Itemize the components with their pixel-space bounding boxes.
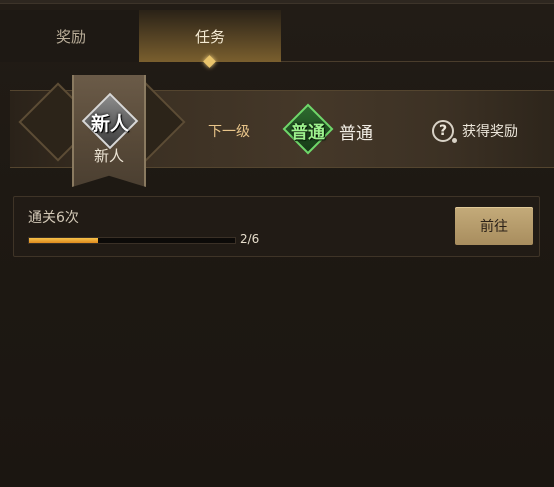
- next-rank-emblem-icon: 普通: [282, 103, 334, 155]
- next-rank-name: 普通: [339, 124, 373, 144]
- task-title: 通关6次: [28, 210, 79, 226]
- task-progress-bar: [28, 237, 236, 244]
- task-progress-text: 2/6: [240, 232, 260, 246]
- active-tab-marker-icon: [203, 55, 216, 68]
- tab-tasks[interactable]: 任务: [139, 10, 281, 68]
- task-item: 通关6次 2/6 前往: [13, 196, 540, 257]
- tab-bar: 奖励 任务: [0, 10, 554, 68]
- task-progress-fill: [29, 238, 98, 243]
- panel-top-edge: [0, 0, 554, 4]
- question-icon[interactable]: ?: [432, 120, 457, 143]
- next-level-label: 下一级: [208, 124, 250, 140]
- get-rewards-help[interactable]: ? 获得奖励: [432, 120, 518, 143]
- tab-tasks-label: 任务: [194, 27, 225, 46]
- tab-rewards-label: 奖励: [55, 27, 86, 46]
- go-button[interactable]: 前往: [455, 207, 533, 245]
- tab-rewards[interactable]: 奖励: [0, 10, 142, 62]
- next-rank-emblem-text: 普通: [291, 122, 325, 143]
- task-panel: 奖励 任务 新人 新人 下一级 普通 普通 ? 获得奖励 通关6次 2/6 前往: [0, 0, 554, 487]
- get-rewards-label: 获得奖励: [462, 124, 518, 140]
- current-rank-emblem-text: 新人: [90, 112, 129, 135]
- current-rank-label: 新人: [93, 147, 124, 165]
- current-rank-emblem-icon: 新人: [81, 92, 139, 150]
